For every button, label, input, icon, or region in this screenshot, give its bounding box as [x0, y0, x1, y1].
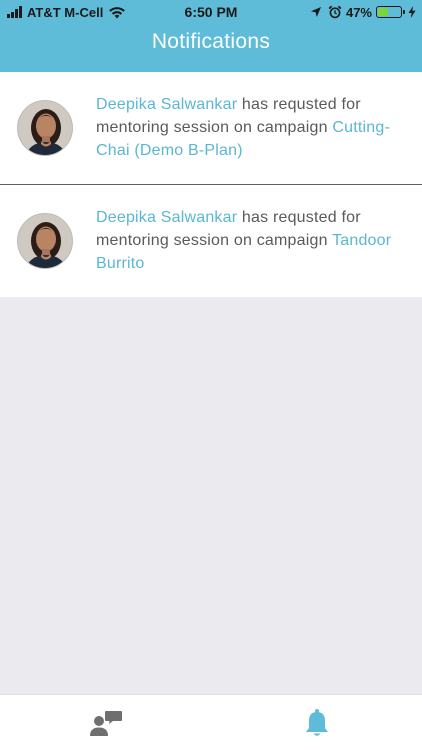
requester-name-link[interactable]: Deepika Salwankar [96, 96, 237, 113]
notification-text: Deepika Salwankar has requsted for mento… [96, 206, 406, 275]
bell-icon [306, 709, 328, 736]
location-icon [310, 7, 321, 17]
tab-bar [0, 694, 422, 750]
battery-icon [376, 6, 405, 18]
tab-mentors[interactable] [84, 705, 128, 741]
notification-list: Deepika Salwankar has requsted for mento… [0, 72, 422, 297]
avatar [17, 213, 73, 269]
alarm-icon [328, 5, 342, 19]
avatar [17, 100, 73, 156]
battery-percent: 47% [345, 4, 372, 20]
notification-item[interactable]: Deepika Salwankar has requsted for mento… [0, 72, 422, 184]
people-chat-icon [90, 711, 122, 736]
page-title: Notifications [151, 30, 271, 53]
status-bar: AT&T M-Cell 6:50 PM 47% [0, 0, 422, 24]
notification-text: Deepika Salwankar has requsted for mento… [96, 93, 406, 162]
requester-name-link[interactable]: Deepika Salwankar [96, 209, 237, 226]
status-bar-right: 47% [310, 4, 416, 20]
notifications-screen: AT&T M-Cell 6:50 PM 47% Notifications De… [0, 0, 422, 750]
notification-item[interactable]: Deepika Salwankar has requsted for mento… [0, 184, 422, 297]
charging-icon [408, 6, 416, 18]
battery-level [378, 8, 389, 16]
tab-notifications[interactable] [295, 705, 339, 741]
header: AT&T M-Cell 6:50 PM 47% Notifications [0, 0, 422, 72]
